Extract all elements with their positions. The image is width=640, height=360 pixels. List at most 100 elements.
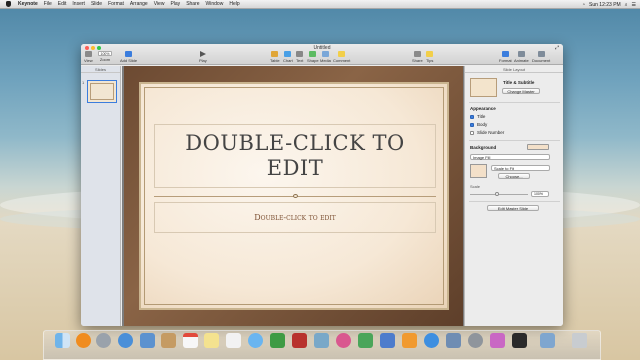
slide-number-label: Slide Number (477, 130, 505, 135)
slide-navigator: Slides 1 (81, 66, 121, 326)
media-icon (321, 51, 329, 57)
zoom-control[interactable]: 100% Zoom (98, 51, 112, 62)
choose-button[interactable]: Choose... (498, 173, 530, 179)
scale-slider-knob[interactable] (495, 192, 499, 196)
menu-share[interactable]: Share (183, 1, 202, 7)
shape-button[interactable]: Shape (307, 51, 319, 63)
preview-icon[interactable] (446, 333, 461, 348)
menu-file[interactable]: File (41, 1, 55, 7)
calendar-icon[interactable] (183, 333, 198, 348)
layout-preview[interactable] (470, 78, 497, 97)
clock[interactable]: Sun 12:23 PM (589, 2, 621, 8)
photo-booth-icon[interactable] (292, 333, 307, 348)
wifi-icon[interactable]: ◔ (582, 2, 585, 8)
screenshot-icon[interactable] (512, 333, 527, 348)
launchpad-icon[interactable] (96, 333, 111, 348)
spotlight-icon[interactable]: ⌕ (625, 2, 628, 8)
messages-icon[interactable] (248, 333, 263, 348)
menu-edit[interactable]: Edit (55, 1, 70, 7)
scale-label: Scale (470, 184, 481, 189)
notification-icon[interactable]: ☰ (632, 2, 636, 8)
notes-icon[interactable] (204, 333, 219, 348)
format-button[interactable]: Format (499, 51, 512, 63)
table-button[interactable]: Table (270, 51, 280, 63)
tips-icon (426, 51, 434, 57)
menu-insert[interactable]: Insert (69, 1, 88, 7)
menu-help[interactable]: Help (226, 1, 242, 7)
play-icon (199, 51, 206, 57)
downloads-icon[interactable] (540, 333, 555, 348)
tips-button[interactable]: Tips (426, 51, 433, 63)
add-slide-icon (125, 51, 133, 57)
scale-value-field[interactable]: 100% (531, 191, 549, 197)
slide-number-checkbox[interactable] (470, 131, 474, 135)
add-slide-button[interactable]: Add Slide (120, 51, 137, 63)
share-button[interactable]: Share (412, 51, 423, 63)
document-button[interactable]: Document (532, 51, 550, 63)
media-button[interactable]: Media (320, 51, 331, 63)
mail-icon[interactable] (140, 333, 155, 348)
safari-icon[interactable] (118, 333, 133, 348)
menu-format[interactable]: Format (105, 1, 127, 7)
menu-slide[interactable]: Slide (88, 1, 105, 7)
inspector-panel: Slide Layout Title & Subtitle Change Mas… (464, 66, 563, 326)
system-preferences-icon[interactable] (468, 333, 483, 348)
chart-icon (284, 51, 292, 57)
itunes-icon[interactable] (336, 333, 351, 348)
slide-number: 1 (82, 80, 85, 85)
scale-slider[interactable] (470, 194, 528, 195)
play-button[interactable]: Play (199, 51, 207, 63)
trash-icon[interactable] (572, 333, 587, 348)
pages-icon[interactable] (402, 333, 417, 348)
background-heading[interactable]: Background (470, 145, 496, 150)
app-store-icon[interactable] (424, 333, 439, 348)
numbers-icon[interactable] (358, 333, 373, 348)
subtitle-placeholder[interactable]: Double-click to edit (154, 202, 436, 233)
title-placeholder[interactable]: DOUBLE-CLICK TO EDIT (154, 124, 436, 188)
slide[interactable]: DOUBLE-CLICK TO EDIT Double-click to edi… (124, 66, 463, 326)
view-icon (84, 51, 92, 57)
zoom-value[interactable]: 100% (98, 51, 112, 56)
format-icon (501, 51, 509, 57)
facetime-icon[interactable] (270, 333, 285, 348)
apple-icon[interactable] (6, 1, 11, 7)
vlc-icon[interactable] (76, 333, 91, 348)
layout-name: Title & Subtitle (503, 80, 535, 85)
menu-window[interactable]: Window (203, 1, 227, 7)
slide-canvas: DOUBLE-CLICK TO EDIT Double-click to edi… (122, 66, 464, 326)
title-checkbox[interactable] (470, 115, 474, 119)
shape-icon (309, 51, 317, 57)
animate-button[interactable]: Animate (514, 51, 529, 63)
comment-icon (338, 51, 346, 57)
keynote-window: Untitled ⤢ View 100% Zoom Add Slide Play… (81, 44, 563, 326)
reminders-icon[interactable] (226, 333, 241, 348)
chart-button[interactable]: Chart (283, 51, 293, 63)
menu-arrange[interactable]: Arrange (127, 1, 151, 7)
view-button[interactable]: View (84, 51, 93, 63)
game-center-icon[interactable] (490, 333, 505, 348)
menu-bar: Keynote File Edit Insert Slide Format Ar… (0, 0, 640, 9)
edit-master-slide-button[interactable]: Edit Master Slide (487, 205, 539, 211)
change-master-button[interactable]: Change Master (502, 88, 540, 94)
scale-mode-select[interactable]: Scale to Fit (491, 165, 550, 171)
fill-type-select[interactable]: Image Fill (470, 154, 550, 160)
body-check-label: Body (477, 122, 488, 127)
finder-icon[interactable] (55, 333, 70, 348)
text-button[interactable]: Text (296, 51, 303, 63)
inspector-header: Slide Layout (465, 66, 563, 73)
slide-thumbnail[interactable] (87, 80, 117, 103)
menu-play[interactable]: Play (167, 1, 183, 7)
menu-app[interactable]: Keynote (15, 1, 41, 7)
background-image-well[interactable] (470, 164, 487, 178)
comment-button[interactable]: Comment (333, 51, 350, 63)
fullscreen-icon[interactable]: ⤢ (555, 45, 559, 51)
keynote-icon[interactable] (380, 333, 395, 348)
body-checkbox[interactable] (470, 123, 474, 127)
iphoto-icon[interactable] (314, 333, 329, 348)
slide-title[interactable]: DOUBLE-CLICK TO EDIT (155, 131, 435, 181)
contacts-icon[interactable] (161, 333, 176, 348)
menu-view[interactable]: View (151, 1, 168, 7)
slide-subtitle[interactable]: Double-click to edit (254, 213, 335, 222)
background-color-well[interactable] (527, 144, 549, 150)
toolbar: Untitled ⤢ View 100% Zoom Add Slide Play… (81, 44, 563, 65)
